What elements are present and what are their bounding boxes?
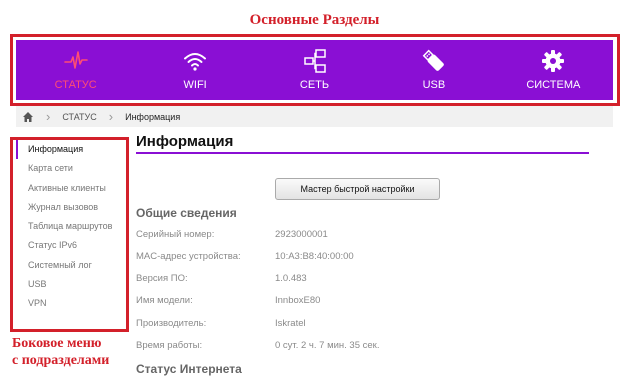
nav-item-usb[interactable]: USB bbox=[374, 40, 493, 100]
sidebar-item-call-log[interactable]: Журнал вызовов bbox=[16, 198, 126, 217]
quick-setup-button[interactable]: Мастер быстрой настройки bbox=[275, 178, 440, 200]
breadcrumb-separator: › bbox=[108, 109, 114, 124]
network-icon bbox=[303, 49, 326, 73]
annotation-sidebar-label: Боковое меню с подразделами bbox=[12, 335, 109, 369]
breadcrumb-current: Информация bbox=[125, 111, 181, 122]
usb-icon bbox=[422, 49, 444, 71]
nav-item-label: WIFI bbox=[183, 79, 207, 91]
info-value: 1.0.483 bbox=[275, 273, 307, 284]
info-value: 10:A3:B8:40:00:00 bbox=[275, 251, 354, 262]
nav-item-label: USB bbox=[422, 79, 446, 91]
annotation-main-sections: Основные Разделы bbox=[249, 12, 380, 28]
info-value: 2923000001 bbox=[275, 229, 328, 240]
sidebar-menu: Информация Карта сети Активные клиенты Ж… bbox=[16, 140, 126, 326]
info-value: InnboxE80 bbox=[275, 295, 321, 306]
sidebar-item-active-clients[interactable]: Активные клиенты bbox=[16, 179, 126, 198]
info-label: Производитель: bbox=[136, 318, 207, 329]
nav-item-system[interactable]: СИСТЕМА bbox=[494, 40, 613, 100]
sidebar-item-info[interactable]: Информация bbox=[16, 140, 126, 160]
nav-item-wifi[interactable]: WIFI bbox=[135, 40, 254, 100]
annotation-sidebar-label-line1: Боковое меню bbox=[12, 336, 102, 351]
sidebar-item-ipv6-status[interactable]: Статус IPv6 bbox=[16, 236, 126, 255]
title-underline bbox=[136, 152, 589, 154]
breadcrumb: › СТАТУС › Информация bbox=[16, 106, 613, 127]
sidebar-item-system-log[interactable]: Системный лог bbox=[16, 256, 126, 275]
sidebar-item-usb[interactable]: USB bbox=[16, 275, 126, 294]
nav-item-label: СИСТЕМА bbox=[526, 79, 581, 91]
info-label: MAC-адрес устройства: bbox=[136, 251, 241, 262]
nav-item-network[interactable]: СЕТЬ bbox=[255, 40, 374, 100]
home-icon[interactable] bbox=[22, 111, 34, 123]
breadcrumb-section[interactable]: СТАТУС bbox=[62, 112, 96, 122]
wifi-icon bbox=[184, 53, 207, 71]
general-info-title: Общие сведения bbox=[136, 206, 237, 220]
sidebar-item-network-map[interactable]: Карта сети bbox=[16, 159, 126, 178]
gear-icon bbox=[542, 50, 565, 72]
page-title: Информация bbox=[136, 133, 234, 150]
main-nav-bar: СТАТУС WIFI СЕТЬ USB СИСТЕМА bbox=[16, 40, 613, 100]
info-value: Iskratel bbox=[275, 318, 306, 329]
info-value: 0 сут. 2 ч. 7 мин. 35 сек. bbox=[275, 340, 380, 351]
nav-item-label: СТАТУС bbox=[54, 79, 97, 91]
sidebar-item-routing-table[interactable]: Таблица маршрутов bbox=[16, 217, 126, 236]
nav-item-label: СЕТЬ bbox=[299, 79, 330, 91]
info-label: Имя модели: bbox=[136, 295, 193, 306]
sidebar-item-vpn[interactable]: VPN bbox=[16, 294, 126, 313]
annotation-sidebar-label-line2: с подразделами bbox=[12, 353, 110, 368]
pulse-icon bbox=[63, 51, 88, 69]
info-label: Время работы: bbox=[136, 340, 203, 351]
internet-status-title: Статус Интернета bbox=[136, 362, 242, 376]
nav-item-status[interactable]: СТАТУС bbox=[16, 40, 135, 100]
breadcrumb-separator: › bbox=[46, 109, 51, 124]
info-label: Серийный номер: bbox=[136, 229, 215, 240]
info-label: Версия ПО: bbox=[136, 273, 188, 284]
